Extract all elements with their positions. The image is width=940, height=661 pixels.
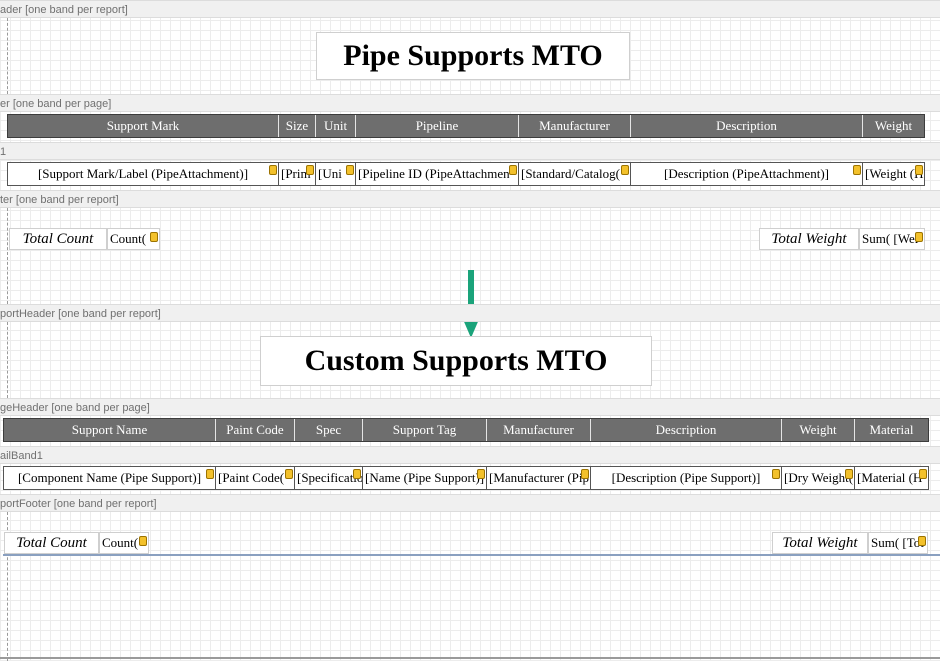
report-footer-band-label[interactable]: ter [one band per report] (0, 190, 940, 208)
expression-tag-icon[interactable] (150, 232, 158, 242)
field-component-name[interactable]: [Component Name (Pipe Support)] (4, 467, 216, 489)
column-header-description[interactable]: Description (631, 115, 863, 137)
field-description[interactable]: [Description (Pipe Support)] (591, 467, 782, 489)
expression-tag-icon[interactable] (845, 469, 853, 479)
field-unit[interactable]: [Uni (316, 163, 356, 185)
field-text: Sum( [Wei (862, 231, 919, 246)
detail-row: [Component Name (Pipe Support)] [Paint C… (3, 466, 929, 490)
field-text: Count( (102, 535, 139, 550)
column-header-support-tag[interactable]: Support Tag (363, 419, 487, 441)
footer-band-boundary (3, 554, 940, 556)
column-header-support-mark[interactable]: Support Mark (8, 115, 279, 137)
column-header-weight[interactable]: Weight (863, 115, 924, 137)
band-left-margin-guide (7, 18, 8, 94)
expression-tag-icon[interactable] (346, 165, 354, 175)
column-header-row: Support Name Paint Code Spec Support Tag… (3, 418, 929, 442)
sum-weight-field[interactable]: Sum( [Wei (859, 228, 925, 250)
field-text: [Dry Weight( (784, 470, 854, 485)
field-text: [Component Name (Pipe Support)] (17, 470, 202, 485)
report-footer-band-label[interactable]: portFooter [one band per report] (0, 494, 940, 512)
field-text: [Support Mark/Label (PipeAttachment)] (37, 166, 249, 181)
field-dry-weight[interactable]: [Dry Weight( (782, 467, 855, 489)
expression-tag-icon[interactable] (285, 469, 293, 479)
expression-tag-icon[interactable] (621, 165, 629, 175)
expression-tag-icon[interactable] (306, 165, 314, 175)
expression-tag-icon[interactable] (353, 469, 361, 479)
column-header-manufacturer[interactable]: Manufacturer (519, 115, 631, 137)
column-header-unit[interactable]: Unit (316, 115, 356, 137)
field-text: [Uni (318, 166, 342, 181)
field-text: Sum( [Tot (871, 535, 924, 550)
field-size[interactable]: [Prim (279, 163, 316, 185)
detail-band-label[interactable]: 1 (0, 142, 940, 160)
column-header-paint-code[interactable]: Paint Code (216, 419, 295, 441)
field-support-tag-name[interactable]: [Name (Pipe Support)] (363, 467, 487, 489)
band-left-margin-guide (7, 208, 8, 304)
field-text: Count( (110, 231, 147, 246)
expression-tag-icon[interactable] (918, 536, 926, 546)
sum-weight-field[interactable]: Sum( [Tot (868, 532, 928, 554)
field-manufacturer[interactable]: [Standard/Catalog( (519, 163, 631, 185)
field-pipeline[interactable]: [Pipeline ID (PipeAttachmen (356, 163, 519, 185)
total-count-label[interactable]: Total Count (9, 228, 107, 250)
expression-tag-icon[interactable] (139, 536, 147, 546)
report-title-pipe-supports[interactable]: Pipe Supports MTO (316, 32, 630, 80)
field-text: [Manufacturer (Pip (489, 470, 589, 485)
expression-tag-icon[interactable] (206, 469, 214, 479)
column-header-weight[interactable]: Weight (782, 419, 855, 441)
expression-tag-icon[interactable] (853, 165, 861, 175)
column-header-spec[interactable]: Spec (295, 419, 363, 441)
total-weight-label[interactable]: Total Weight (772, 532, 868, 554)
report-header-band-label[interactable]: ader [one band per report] (0, 0, 940, 18)
field-text: [Material (H (857, 470, 923, 485)
field-manufacturer[interactable]: [Manufacturer (Pip (487, 467, 591, 489)
expression-tag-icon[interactable] (772, 469, 780, 479)
detail-band-label[interactable]: ailBand1 (0, 446, 940, 464)
total-weight-label[interactable]: Total Weight (759, 228, 859, 250)
field-text: [Name (Pipe Support)] (365, 470, 485, 485)
expression-tag-icon[interactable] (915, 232, 923, 242)
report-header-band-label[interactable]: portHeader [one band per report] (0, 304, 940, 322)
expression-tag-icon[interactable] (919, 469, 927, 479)
expression-tag-icon[interactable] (915, 165, 923, 175)
expression-tag-icon[interactable] (581, 469, 589, 479)
field-text: [Description (Pipe Support)] (611, 470, 761, 485)
expression-tag-icon[interactable] (269, 165, 277, 175)
field-material[interactable]: [Material (H (855, 467, 928, 489)
column-header-support-name[interactable]: Support Name (4, 419, 216, 441)
field-specification[interactable]: [Specificatio (295, 467, 363, 489)
page-header-band-label[interactable]: geHeader [one band per page] (0, 398, 940, 416)
total-count-label[interactable]: Total Count (4, 532, 99, 554)
column-header-manufacturer[interactable]: Manufacturer (487, 419, 591, 441)
column-header-description[interactable]: Description (591, 419, 782, 441)
field-text: [Standard/Catalog( (521, 166, 620, 181)
expression-tag-icon[interactable] (509, 165, 517, 175)
page-header-band-label[interactable]: er [one band per page] (0, 94, 940, 112)
band-left-margin-guide (7, 322, 8, 398)
report-title-custom-supports[interactable]: Custom Supports MTO (260, 336, 652, 386)
field-text: [Description (PipeAttachment)] (664, 166, 829, 181)
page-bottom-boundary (0, 657, 940, 659)
column-header-pipeline[interactable]: Pipeline (356, 115, 519, 137)
column-header-material[interactable]: Material (855, 419, 928, 441)
count-field[interactable]: Count( (99, 532, 149, 554)
field-text: [Pipeline ID (PipeAttachmen (358, 166, 510, 181)
column-header-row: Support Mark Size Unit Pipeline Manufact… (7, 114, 925, 138)
detail-row: [Support Mark/Label (PipeAttachment)] [P… (7, 162, 925, 186)
column-header-size[interactable]: Size (279, 115, 316, 137)
field-paint-code[interactable]: [Paint Code( (216, 467, 295, 489)
field-weight[interactable]: [Weight (H (863, 163, 924, 185)
field-description[interactable]: [Description (PipeAttachment)] (631, 163, 863, 185)
expression-tag-icon[interactable] (477, 469, 485, 479)
field-text: [Paint Code( (218, 470, 285, 485)
field-support-mark[interactable]: [Support Mark/Label (PipeAttachment)] (8, 163, 279, 185)
count-field[interactable]: Count( (107, 228, 160, 250)
